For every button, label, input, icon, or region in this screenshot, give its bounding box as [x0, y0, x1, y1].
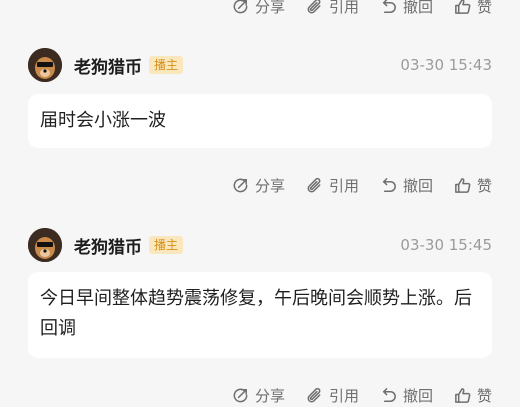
undo-icon — [379, 0, 398, 16]
undo-icon — [379, 386, 398, 405]
thumbs-up-icon — [453, 176, 472, 195]
like-button[interactable]: 赞 — [453, 0, 492, 17]
recall-button[interactable]: 撤回 — [379, 0, 433, 17]
message-header: 老狗猎币 播主 03-30 15:43 — [28, 47, 492, 83]
share-button[interactable]: 分享 — [231, 385, 285, 406]
message-header: 老狗猎币 播主 03-30 15:45 — [28, 227, 492, 263]
message-time: 03-30 15:43 — [400, 56, 492, 74]
quote-label: 引用 — [328, 0, 359, 16]
paperclip-icon — [305, 0, 324, 16]
quote-label: 引用 — [328, 176, 359, 195]
thumbs-up-icon — [453, 0, 472, 16]
quote-button[interactable]: 引用 — [305, 385, 359, 406]
like-label: 赞 — [476, 386, 492, 405]
undo-icon — [379, 176, 398, 195]
quote-label: 引用 — [328, 386, 359, 405]
avatar[interactable] — [28, 228, 62, 262]
message-text: 届时会小涨一波 — [40, 110, 166, 131]
thumbs-up-icon — [453, 386, 472, 405]
recall-button[interactable]: 撤回 — [379, 385, 433, 406]
host-badge: 播主 — [149, 236, 184, 254]
share-icon — [231, 386, 250, 405]
action-bar-top: 分享 引用 撤回 赞 — [231, 0, 492, 18]
paperclip-icon — [305, 176, 324, 195]
like-button[interactable]: 赞 — [453, 175, 492, 196]
message-time: 03-30 15:45 — [400, 236, 492, 254]
share-label: 分享 — [254, 386, 285, 405]
message-bubble[interactable]: 届时会小涨一波 — [28, 94, 492, 148]
share-label: 分享 — [254, 0, 285, 16]
share-label: 分享 — [254, 176, 285, 195]
share-icon — [231, 176, 250, 195]
author-name[interactable]: 老狗猎币 — [74, 233, 142, 258]
action-bar: 分享 引用 撤回 赞 — [231, 173, 492, 197]
recall-button[interactable]: 撤回 — [379, 175, 433, 196]
paperclip-icon — [305, 386, 324, 405]
avatar[interactable] — [28, 48, 62, 82]
message-bubble[interactable]: 今日早间整体趋势震荡修复，午后晚间会顺势上涨。后回调 — [28, 272, 492, 358]
action-bar-bottom: 分享 引用 撤回 赞 — [231, 383, 492, 407]
quote-button[interactable]: 引用 — [305, 0, 359, 17]
author-name[interactable]: 老狗猎币 — [74, 53, 142, 78]
like-label: 赞 — [476, 176, 492, 195]
recall-label: 撤回 — [402, 0, 433, 16]
like-label: 赞 — [476, 0, 492, 16]
like-button[interactable]: 赞 — [453, 385, 492, 406]
recall-label: 撤回 — [402, 386, 433, 405]
message-text: 今日早间整体趋势震荡修复，午后晚间会顺势上涨。后回调 — [40, 288, 472, 339]
share-icon — [231, 0, 250, 16]
recall-label: 撤回 — [402, 176, 433, 195]
share-button[interactable]: 分享 — [231, 175, 285, 196]
host-badge: 播主 — [149, 56, 184, 74]
quote-button[interactable]: 引用 — [305, 175, 359, 196]
share-button[interactable]: 分享 — [231, 0, 285, 17]
